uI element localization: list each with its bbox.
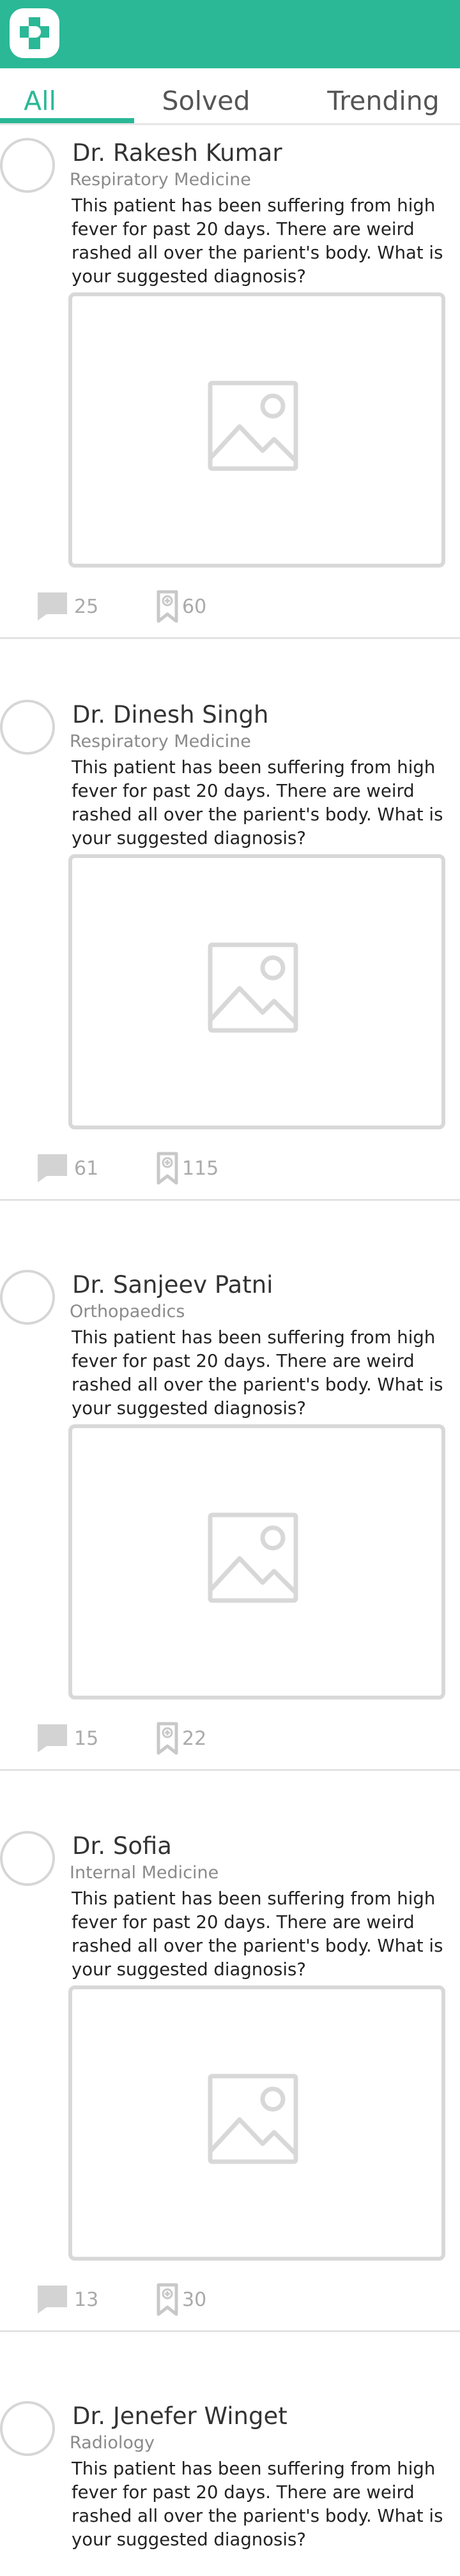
post-card[interactable]: Dr. Rakesh Kumar Respiratory Medicine Th… (0, 126, 460, 688)
image-placeholder-icon (208, 1512, 298, 1603)
post-card[interactable]: Dr. Sofia Internal Medicine This patient… (0, 1819, 460, 2381)
doctor-specialty: Respiratory Medicine (70, 732, 251, 751)
post-image-placeholder[interactable] (68, 292, 445, 568)
post-image-placeholder[interactable] (68, 1424, 445, 1699)
comment-icon[interactable] (36, 2283, 68, 2315)
doctor-name[interactable]: Dr. Sofia (72, 1832, 172, 1860)
image-placeholder-icon (208, 2074, 298, 2164)
doctor-name[interactable]: Dr. Jenefer Winget (72, 2402, 288, 2430)
post-divider (0, 1769, 460, 1771)
post-image-placeholder[interactable] (68, 854, 445, 1129)
post-text: This patient has been suffering from hig… (72, 1888, 443, 1980)
avatar[interactable] (0, 1831, 55, 1886)
doctor-name[interactable]: Dr. Dinesh Singh (72, 701, 268, 728)
image-placeholder-icon (208, 380, 298, 471)
medical-cross-icon[interactable] (10, 8, 59, 58)
doctor-specialty: Radiology (70, 2433, 155, 2453)
tab-bar: All Solved Trending (0, 68, 460, 124)
bookmark-add-icon[interactable] (157, 590, 178, 623)
post-card[interactable]: Dr. Dinesh Singh Respiratory Medicine Th… (0, 688, 460, 1250)
tab-solved[interactable]: Solved (147, 85, 265, 117)
bookmark-count: 22 (182, 1728, 207, 1750)
avatar[interactable] (0, 1270, 55, 1325)
comment-count: 61 (74, 1157, 99, 1180)
bookmark-add-icon[interactable] (157, 1152, 178, 1185)
post-text: This patient has been suffering from hig… (72, 757, 443, 848)
bookmark-count: 30 (182, 2289, 207, 2311)
post-divider (0, 2330, 460, 2332)
bookmark-add-icon[interactable] (157, 2283, 178, 2316)
doctor-specialty: Orthopaedics (70, 1302, 185, 1322)
post-text: This patient has been suffering from hig… (72, 2459, 443, 2550)
post-divider (0, 637, 460, 639)
post-text: This patient has been suffering from hig… (72, 195, 443, 287)
avatar[interactable] (0, 2401, 55, 2456)
active-tab-indicator (0, 118, 134, 123)
tab-trending[interactable]: Trending (307, 85, 460, 117)
post-divider (0, 1199, 460, 1201)
doctor-specialty: Internal Medicine (70, 1863, 219, 1883)
tab-bar-divider (0, 123, 460, 125)
doctor-name[interactable]: Dr. Sanjeev Patni (72, 1271, 273, 1299)
comment-icon[interactable] (36, 1152, 68, 1184)
post-card[interactable]: Dr. Jenefer Winget Radiology This patien… (0, 2390, 460, 2576)
post-card[interactable]: Dr. Sanjeev Patni Orthopaedics This pati… (0, 1258, 460, 1820)
avatar[interactable] (0, 700, 55, 755)
image-placeholder-icon (208, 942, 298, 1033)
app-header (0, 0, 460, 68)
post-image-placeholder[interactable] (68, 1985, 445, 2261)
tab-all[interactable]: All (0, 85, 80, 117)
comment-icon[interactable] (36, 590, 68, 622)
bookmark-add-icon[interactable] (157, 1722, 178, 1755)
post-text: This patient has been suffering from hig… (72, 1327, 443, 1419)
comment-count: 25 (74, 596, 99, 618)
doctor-name[interactable]: Dr. Rakesh Kumar (72, 139, 282, 167)
comment-count: 13 (74, 2289, 99, 2311)
doctor-specialty: Respiratory Medicine (70, 170, 251, 190)
avatar[interactable] (0, 138, 55, 193)
comment-icon[interactable] (36, 1722, 68, 1754)
comment-count: 15 (74, 1728, 99, 1750)
bookmark-count: 60 (182, 596, 207, 618)
bookmark-count: 115 (182, 1157, 219, 1180)
